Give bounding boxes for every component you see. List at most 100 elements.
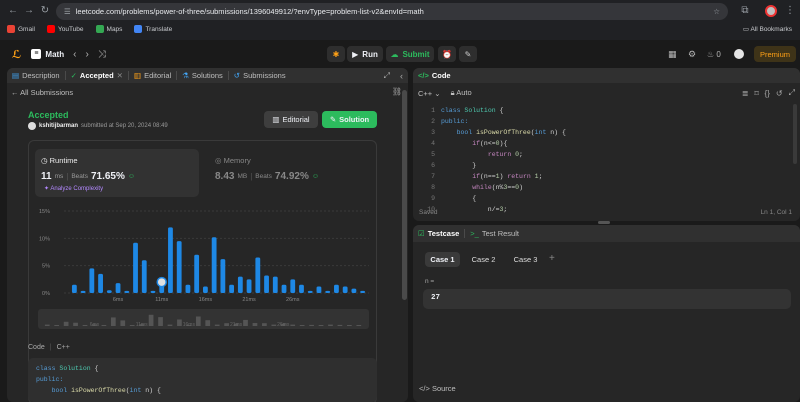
runtime-bar[interactable]: [185, 284, 191, 293]
runtime-bar[interactable]: [115, 283, 121, 293]
runtime-bar[interactable]: [98, 273, 103, 293]
share-link-icon[interactable]: ⛓: [392, 87, 402, 96]
runtime-bar[interactable]: [202, 286, 208, 293]
tab-test-result[interactable]: >_ Test Result: [465, 225, 524, 242]
shuffle-icon[interactable]: ⤨: [98, 49, 106, 60]
username[interactable]: kshitijbarman: [39, 123, 78, 129]
editor-scrollbar[interactable]: [793, 104, 797, 164]
runtime-bar[interactable]: [80, 290, 86, 293]
forward-arrow-icon[interactable]: →: [22, 4, 36, 18]
all-submissions-link[interactable]: ← All Submissions: [11, 88, 73, 97]
debug-button[interactable]: ✱: [327, 46, 345, 62]
problem-list-button[interactable]: ≡ Math: [31, 49, 64, 59]
runtime-bar[interactable]: [124, 290, 130, 293]
back-arrow-icon[interactable]: ←: [6, 4, 20, 18]
fullscreen-icon[interactable]: ⤢: [789, 88, 795, 98]
chrome-menu-icon[interactable]: ⋮: [783, 4, 797, 18]
bookmark-icon[interactable]: ⌑: [754, 89, 758, 98]
testcase-input[interactable]: 27: [423, 289, 791, 309]
user-avatar[interactable]: [734, 49, 744, 59]
case-3-tab[interactable]: Case 3: [508, 252, 543, 267]
reload-icon[interactable]: ↻: [38, 4, 52, 18]
runtime-bar[interactable]: [246, 279, 252, 293]
bookmark-translate[interactable]: Translate: [134, 25, 172, 33]
runtime-bar[interactable]: [255, 257, 261, 293]
notes-button[interactable]: ✎: [459, 46, 477, 62]
runtime-bar[interactable]: [194, 254, 200, 293]
premium-button[interactable]: Premium: [754, 46, 796, 62]
tab-code[interactable]: </> Code: [413, 68, 456, 83]
your-submission-marker[interactable]: [156, 276, 167, 288]
runtime-bar[interactable]: [307, 290, 313, 293]
streak-counter[interactable]: ♨ 0: [707, 50, 721, 59]
runtime-bar[interactable]: [264, 275, 269, 293]
tab-solutions[interactable]: ⚗ Solutions: [177, 68, 228, 83]
all-bookmarks[interactable]: ▭ All Bookmarks: [743, 25, 792, 33]
runtime-bar[interactable]: [290, 279, 296, 293]
runtime-bar[interactable]: [220, 259, 226, 293]
submit-button[interactable]: ☁ Submit: [386, 46, 434, 62]
case-2-tab[interactable]: Case 2: [466, 252, 501, 267]
timer-button[interactable]: ⏰: [438, 46, 456, 62]
runtime-bar[interactable]: [71, 284, 77, 293]
bookmark-gmail[interactable]: Gmail: [7, 25, 35, 33]
runtime-bar[interactable]: [176, 241, 182, 293]
close-tab-icon[interactable]: ✕: [117, 71, 123, 80]
bookmark-youtube[interactable]: YouTube: [46, 25, 84, 33]
runtime-bar[interactable]: [325, 290, 331, 293]
leetcode-logo-icon[interactable]: ℒ: [12, 48, 21, 61]
runtime-bar[interactable]: [360, 290, 366, 293]
tab-submissions[interactable]: ↺ Submissions: [229, 68, 291, 83]
auto-indent-toggle[interactable]: 🔒︎ Auto: [451, 88, 472, 98]
runtime-bar[interactable]: [272, 276, 278, 293]
code-area[interactable]: class Solution { public: bool isPowerOfT…: [441, 105, 791, 213]
settings-gear-icon[interactable]: ⚙: [688, 49, 696, 60]
tab-testcase[interactable]: ☑ Testcase: [413, 225, 464, 242]
runtime-bar[interactable]: [89, 268, 95, 293]
runtime-bar[interactable]: [342, 286, 348, 293]
runtime-bar[interactable]: [334, 284, 339, 293]
address-bar[interactable]: ☰ leetcode.com/problems/power-of-three/s…: [56, 3, 728, 20]
runtime-bar[interactable]: [150, 290, 156, 293]
memory-card[interactable]: ◎ Memory 8.43 MB | Beats 74.92% ☺: [209, 149, 369, 197]
braces-icon[interactable]: {}: [765, 89, 770, 98]
language-select[interactable]: C++ ⌄: [418, 89, 441, 98]
runtime-bar[interactable]: [106, 290, 112, 293]
format-icon[interactable]: ≣: [742, 89, 749, 98]
prev-problem-icon[interactable]: ‹: [73, 49, 76, 60]
bookmark-maps[interactable]: Maps: [95, 25, 122, 33]
runtime-bar[interactable]: [141, 260, 147, 293]
runtime-bar[interactable]: [168, 227, 173, 293]
tab-accepted[interactable]: ✓ Accepted ✕: [66, 68, 128, 83]
runtime-bar[interactable]: [316, 286, 322, 293]
vertical-resize-handle[interactable]: [598, 221, 610, 224]
runtime-bar[interactable]: [211, 237, 217, 293]
runtime-bar[interactable]: [299, 284, 304, 293]
collapse-icon[interactable]: ‹: [400, 71, 403, 81]
site-info-icon[interactable]: ☰: [64, 7, 71, 16]
maximize-icon[interactable]: ⤢: [384, 71, 390, 81]
tab-description[interactable]: ▤ Description: [7, 68, 65, 83]
runtime-bar[interactable]: [237, 276, 243, 293]
editorial-button[interactable]: ▥ Editorial: [264, 111, 318, 128]
profile-avatar[interactable]: [765, 5, 777, 17]
bookmark-star-icon[interactable]: ☆: [713, 7, 720, 16]
layout-icon[interactable]: ▦: [668, 49, 677, 60]
analyze-complexity-link[interactable]: ✦ Analyze Complexity: [44, 185, 103, 192]
runtime-bar[interactable]: [229, 284, 235, 293]
runtime-bar[interactable]: [133, 242, 138, 293]
solution-button[interactable]: ✎ Solution: [322, 111, 377, 128]
runtime-card[interactable]: ◷ Runtime 11 ms | Beats 71.65% ☺ ✦ Analy…: [35, 149, 199, 197]
reset-icon[interactable]: ↺: [776, 89, 783, 98]
runtime-bar[interactable]: [281, 284, 287, 293]
extensions-icon[interactable]: ⧉: [738, 4, 752, 18]
tab-editorial[interactable]: ▥ Editorial: [129, 68, 176, 83]
next-problem-icon[interactable]: ›: [85, 49, 88, 60]
panel-resize-handle[interactable]: [409, 68, 412, 402]
source-link[interactable]: </> Source: [419, 384, 456, 393]
runtime-bar[interactable]: [351, 288, 357, 293]
left-scrollbar[interactable]: [402, 90, 407, 300]
add-case-icon[interactable]: +: [549, 253, 555, 264]
run-button[interactable]: ▶ Run: [347, 46, 383, 62]
case-1-tab[interactable]: Case 1: [425, 252, 460, 267]
